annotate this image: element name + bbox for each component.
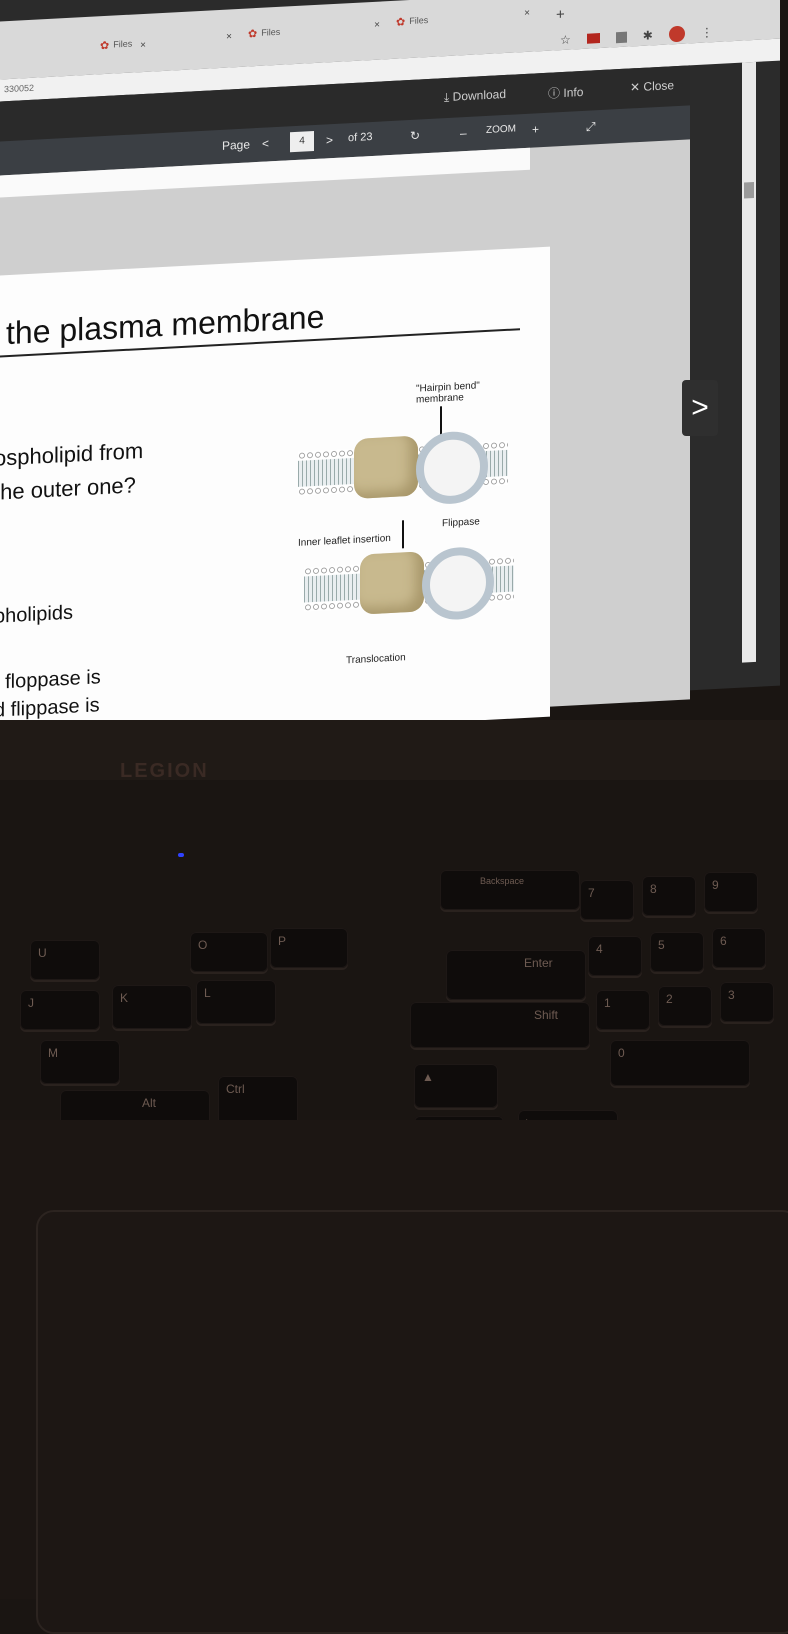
- close-label: Close: [643, 78, 675, 94]
- next-page-arrow-button[interactable]: >: [682, 380, 718, 436]
- key-enter[interactable]: Enter: [446, 950, 586, 1000]
- key[interactable]: J: [20, 990, 100, 1030]
- key[interactable]: K: [112, 985, 192, 1029]
- slide-title: the plasma membrane: [6, 298, 325, 352]
- scrollbar[interactable]: [742, 61, 756, 663]
- browser-window: × ✿ Files × ✿ Files × ✿ Files × + ☆ ✱ ⋮ …: [0, 0, 780, 746]
- extension-icon[interactable]: [586, 33, 600, 44]
- body-text-line: d flippase is: [0, 694, 100, 722]
- tab-close-icon[interactable]: ×: [524, 8, 530, 19]
- extension-icon[interactable]: [615, 31, 627, 43]
- trackpad[interactable]: [36, 1210, 788, 1634]
- key-shift[interactable]: Shift: [410, 1002, 590, 1048]
- puzzle-icon[interactable]: ✱: [643, 28, 653, 43]
- key[interactable]: U: [30, 940, 100, 980]
- page-number-input[interactable]: 4: [290, 131, 314, 153]
- laptop-screen: × ✿ Files × ✿ Files × ✿ Files × + ☆ ✱ ⋮ …: [0, 0, 788, 760]
- key-numpad[interactable]: 7: [580, 880, 634, 920]
- screen-bezel: [0, 720, 788, 780]
- key-numpad[interactable]: 8: [642, 876, 696, 916]
- page-count: of 23: [348, 130, 373, 145]
- zoom-in-button[interactable]: +: [532, 122, 539, 136]
- arrow-up-key[interactable]: ▲: [414, 1064, 498, 1108]
- url-text: 330052: [4, 82, 35, 95]
- translocon-protein: [360, 551, 424, 615]
- key-ctrl[interactable]: Ctrl: [218, 1076, 298, 1126]
- membrane-diagram-bottom: [304, 545, 514, 622]
- download-icon: ⤓: [444, 89, 450, 105]
- body-text-line: the outer one?: [0, 472, 136, 505]
- tab-4[interactable]: ✿ Files ×: [386, 3, 536, 33]
- menu-kebab-icon[interactable]: ⋮: [701, 25, 713, 40]
- membrane-diagram-top: [298, 429, 508, 506]
- download-button[interactable]: ⤓ Download: [444, 87, 506, 105]
- files-favicon-icon: ✿: [100, 39, 110, 52]
- key-numpad[interactable]: 1: [596, 990, 650, 1030]
- key[interactable]: L: [196, 980, 276, 1024]
- download-label: Download: [452, 86, 507, 104]
- key-numpad[interactable]: 6: [712, 928, 766, 968]
- body-text-line: pholipids: [0, 601, 73, 628]
- figure-label: Flippase: [442, 516, 480, 530]
- tab-2[interactable]: ✿ Files ×: [90, 27, 238, 57]
- key-numpad[interactable]: 2: [658, 986, 712, 1026]
- key[interactable]: P: [270, 928, 348, 968]
- info-label: Info: [563, 84, 584, 100]
- tab-close-icon[interactable]: ×: [374, 20, 380, 31]
- key[interactable]: O: [190, 932, 268, 972]
- key-numpad[interactable]: 4: [588, 936, 642, 976]
- zoom-out-button[interactable]: –: [460, 126, 467, 140]
- translocon-protein: [354, 435, 418, 499]
- profile-avatar-icon[interactable]: [668, 25, 685, 43]
- figure-label: Inner leaflet insertion: [298, 532, 391, 549]
- figure-label: Translocation: [346, 652, 406, 667]
- flippase-figure: "Hairpin bend" membrane Flippase Inner l…: [298, 378, 528, 710]
- hairpin-membrane: [416, 429, 488, 506]
- rotate-icon[interactable]: ↻: [410, 128, 420, 143]
- document-viewport[interactable]: the plasma membrane ospholipid from the …: [0, 139, 690, 746]
- key-numpad[interactable]: 9: [704, 872, 758, 912]
- body-text-line: ospholipid from: [0, 437, 144, 471]
- zoom-label: ZOOM: [486, 123, 516, 137]
- process-arrow: [402, 520, 404, 549]
- key[interactable]: M: [40, 1040, 120, 1084]
- slide-page: the plasma membrane ospholipid from the …: [0, 246, 550, 746]
- fullscreen-icon[interactable]: ⤢: [586, 119, 596, 135]
- page-label: Page: [222, 137, 251, 153]
- close-button[interactable]: ✕ Close: [630, 78, 674, 94]
- key-numpad[interactable]: 5: [650, 932, 704, 972]
- info-button[interactable]: ⓘ Info: [548, 83, 583, 102]
- scroll-thumb[interactable]: [744, 181, 754, 199]
- tab-close-icon[interactable]: ×: [226, 31, 232, 42]
- close-icon: ✕: [630, 79, 641, 95]
- next-page-button[interactable]: >: [326, 133, 333, 147]
- new-tab-button[interactable]: +: [556, 6, 565, 23]
- bookmark-star-icon[interactable]: ☆: [560, 33, 571, 48]
- prev-page-button[interactable]: <: [262, 136, 269, 150]
- tab-3[interactable]: ✿ Files ×: [238, 15, 386, 45]
- body-text-line: t floppase is: [0, 666, 101, 694]
- key-numpad[interactable]: 0: [610, 1040, 750, 1086]
- laptop-brand-logo: LEGION: [120, 760, 209, 782]
- key-backspace[interactable]: Backspace: [440, 870, 580, 910]
- label-pointer: [440, 406, 442, 437]
- figure-label: membrane: [416, 392, 464, 406]
- tab-label: Files: [261, 26, 281, 38]
- files-favicon-icon: ✿: [396, 15, 406, 29]
- tab-label: Files: [409, 15, 429, 27]
- tab-label: Files: [113, 38, 133, 50]
- files-favicon-icon: ✿: [248, 27, 258, 40]
- key-numpad[interactable]: 3: [720, 982, 774, 1022]
- hairpin-membrane: [422, 545, 494, 622]
- info-icon: ⓘ: [548, 86, 561, 101]
